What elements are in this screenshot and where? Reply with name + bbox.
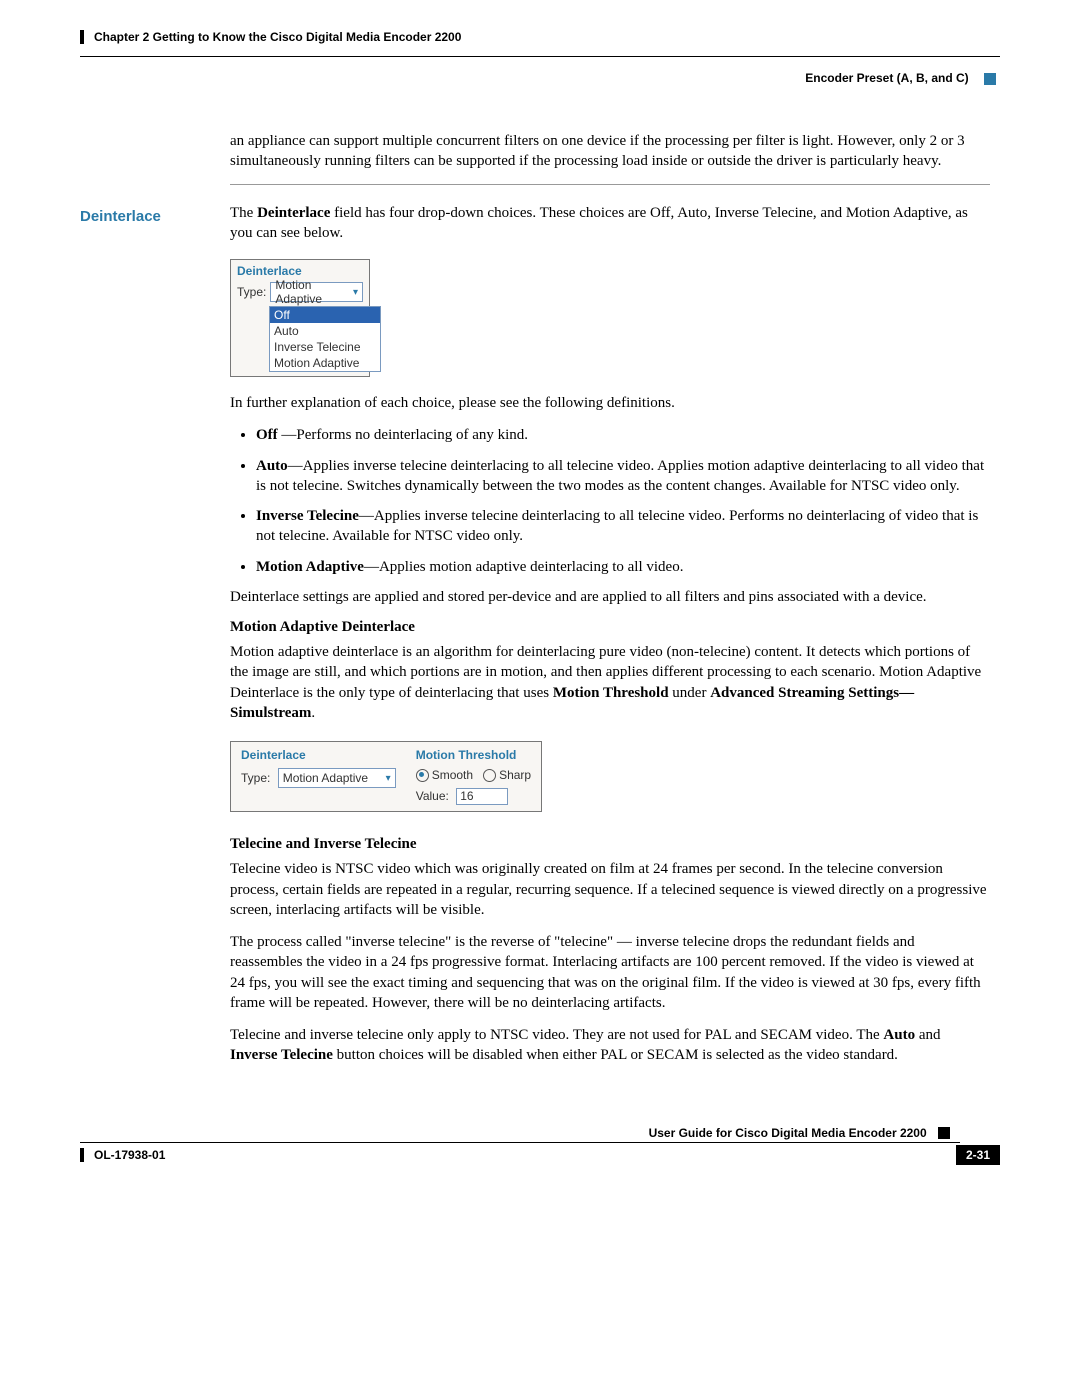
footer-bar-icon bbox=[80, 1148, 84, 1162]
deinterlace-dropdown-screenshot: Deinterlace Type: Motion Adaptive ▾ Off … bbox=[230, 259, 370, 377]
label-sharp: Sharp bbox=[499, 768, 531, 782]
footer-guide-title: User Guide for Cisco Digital Media Encod… bbox=[649, 1126, 927, 1140]
header-bar-icon bbox=[80, 30, 84, 44]
ui1-title: Deinterlace bbox=[231, 260, 369, 280]
side-heading-deinterlace: Deinterlace bbox=[80, 208, 161, 225]
deinterlace-options-list: Off —Performs no deinterlacing of any ki… bbox=[230, 425, 990, 577]
header-rule bbox=[80, 56, 1000, 57]
radio-sharp[interactable] bbox=[483, 769, 496, 782]
bullet-motion: Motion Adaptive—Applies motion adaptive … bbox=[256, 557, 990, 577]
footer-doc-id: OL-17938-01 bbox=[94, 1148, 165, 1162]
running-header: Chapter 2 Getting to Know the Cisco Digi… bbox=[80, 30, 1000, 44]
ui1-option-inverse[interactable]: Inverse Telecine bbox=[270, 339, 380, 355]
bullet-inverse: Inverse Telecine—Applies inverse telecin… bbox=[256, 506, 990, 547]
bold-auto: Auto bbox=[883, 1027, 915, 1043]
page-number: 2-31 bbox=[956, 1145, 1000, 1165]
chevron-down-icon: ▾ bbox=[386, 773, 391, 784]
ui1-option-auto[interactable]: Auto bbox=[270, 323, 380, 339]
bullet-auto: Auto—Applies inverse telecine deinterlac… bbox=[256, 456, 990, 497]
ui2-value-input[interactable]: 16 bbox=[456, 788, 508, 805]
definitions-lead: In further explanation of each choice, p… bbox=[230, 393, 990, 413]
radio-smooth[interactable] bbox=[416, 769, 429, 782]
footer-rule bbox=[80, 1142, 960, 1143]
subheading-motion-adaptive: Motion Adaptive Deinterlace bbox=[230, 619, 990, 636]
section-header-right: Encoder Preset (A, B, and C) bbox=[80, 71, 1000, 85]
motion-threshold-screenshot: Deinterlace Type: Motion Adaptive ▾ Moti… bbox=[230, 741, 542, 812]
bold-motion-threshold: Motion Threshold bbox=[553, 685, 669, 701]
section-square-icon bbox=[984, 73, 996, 85]
ui1-dropdown-list: Off Auto Inverse Telecine Motion Adaptiv… bbox=[269, 306, 381, 372]
bold-deinterlace: Deinterlace bbox=[257, 205, 330, 221]
bullet-off: Off —Performs no deinterlacing of any ki… bbox=[256, 425, 990, 445]
telecine-p1: Telecine video is NTSC video which was o… bbox=[230, 859, 990, 920]
ui2-type-label: Type: bbox=[241, 771, 270, 785]
ui1-option-motion[interactable]: Motion Adaptive bbox=[270, 355, 380, 371]
ui1-option-off[interactable]: Off bbox=[270, 307, 380, 323]
bold-inverse-telecine: Inverse Telecine bbox=[230, 1047, 333, 1063]
deinterlace-note: Deinterlace settings are applied and sto… bbox=[230, 587, 990, 607]
telecine-p3: Telecine and inverse telecine only apply… bbox=[230, 1025, 990, 1066]
ui2-left-title: Deinterlace bbox=[241, 748, 396, 762]
section-divider bbox=[230, 184, 990, 185]
chevron-down-icon: ▾ bbox=[353, 287, 358, 298]
ui2-right-title: Motion Threshold bbox=[416, 748, 531, 762]
deinterlace-intro: The Deinterlace field has four drop-down… bbox=[230, 203, 990, 244]
ui1-selected-value: Motion Adaptive bbox=[275, 278, 353, 306]
ui1-type-select[interactable]: Motion Adaptive ▾ bbox=[270, 282, 363, 302]
page-footer: User Guide for Cisco Digital Media Encod… bbox=[80, 1126, 1000, 1165]
ui2-value-label: Value: bbox=[416, 789, 449, 803]
ui2-selected-value: Motion Adaptive bbox=[283, 771, 368, 785]
subheading-telecine: Telecine and Inverse Telecine bbox=[230, 836, 990, 853]
ui1-type-label: Type: bbox=[237, 285, 266, 299]
ui2-type-select[interactable]: Motion Adaptive ▾ bbox=[278, 768, 396, 788]
footer-square-icon bbox=[938, 1127, 950, 1139]
telecine-p2: The process called "inverse telecine" is… bbox=[230, 932, 990, 1013]
label-smooth: Smooth bbox=[432, 768, 473, 782]
intro-paragraph: an appliance can support multiple concur… bbox=[230, 131, 990, 172]
section-title: Encoder Preset (A, B, and C) bbox=[805, 71, 968, 85]
chapter-title: Chapter 2 Getting to Know the Cisco Digi… bbox=[94, 30, 461, 44]
motion-adaptive-paragraph: Motion adaptive deinterlace is an algori… bbox=[230, 642, 990, 723]
